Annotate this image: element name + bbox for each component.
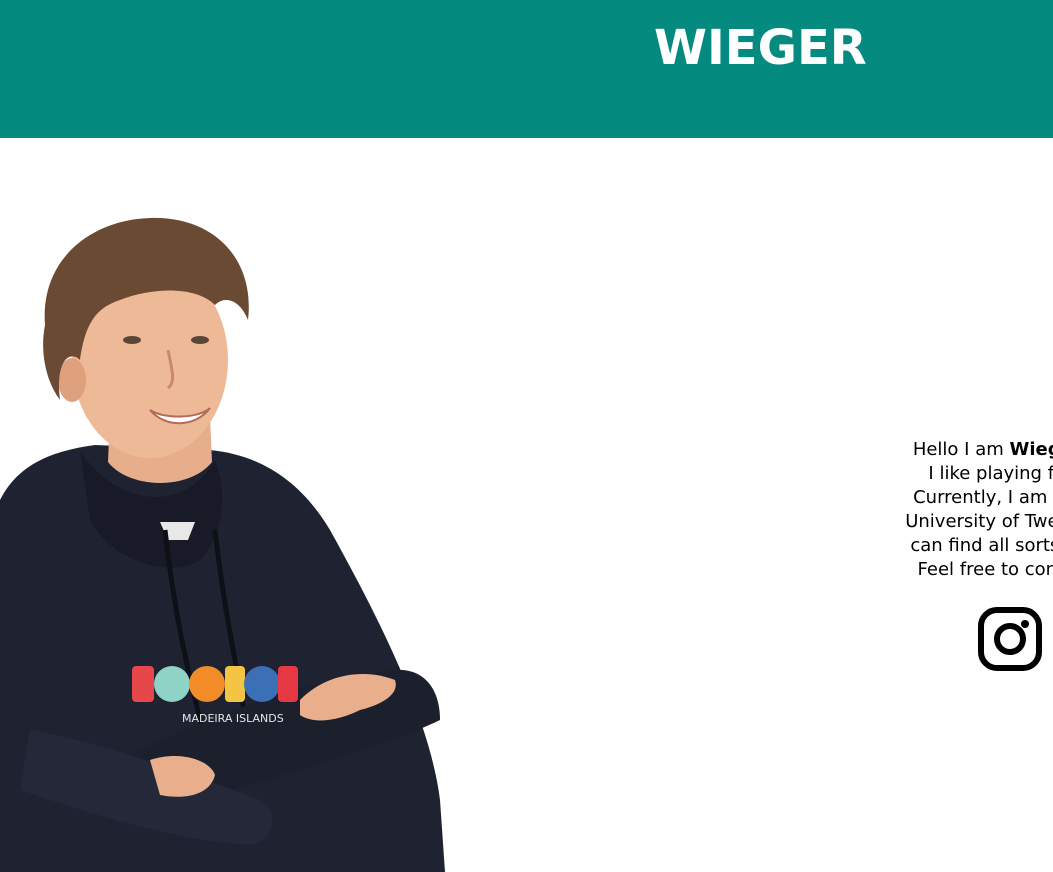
- bio-line-3: Currently, I am studying: [913, 487, 1053, 508]
- profile-photo: MADEIRA ISLANDS: [0, 200, 445, 872]
- bio-name: Wieger Witt: [1009, 439, 1053, 460]
- shirt-print-text: MADEIRA ISLANDS: [182, 712, 284, 725]
- bio-line-2: I like playing football: [928, 463, 1053, 484]
- bio-line-4: University of Twente in En: [905, 511, 1053, 532]
- bio-line-6: Feel free to contact me: [917, 559, 1053, 580]
- instagram-link[interactable]: [977, 606, 1043, 672]
- site-title: WIEGER: [654, 20, 867, 76]
- site-header: WIEGER: [0, 0, 1053, 138]
- bio-line-1: Hello I am Wieger Witt: [812, 438, 1053, 462]
- page: WIEGER MADEIRA ISLANDS Hello I am Wie I …: [0, 0, 1053, 872]
- instagram-icon: [978, 607, 1042, 671]
- bio-text: Hello I am Wieger Witt I like playing fo…: [812, 438, 1053, 582]
- bio-line-5: can find all sorts of proje: [910, 535, 1053, 556]
